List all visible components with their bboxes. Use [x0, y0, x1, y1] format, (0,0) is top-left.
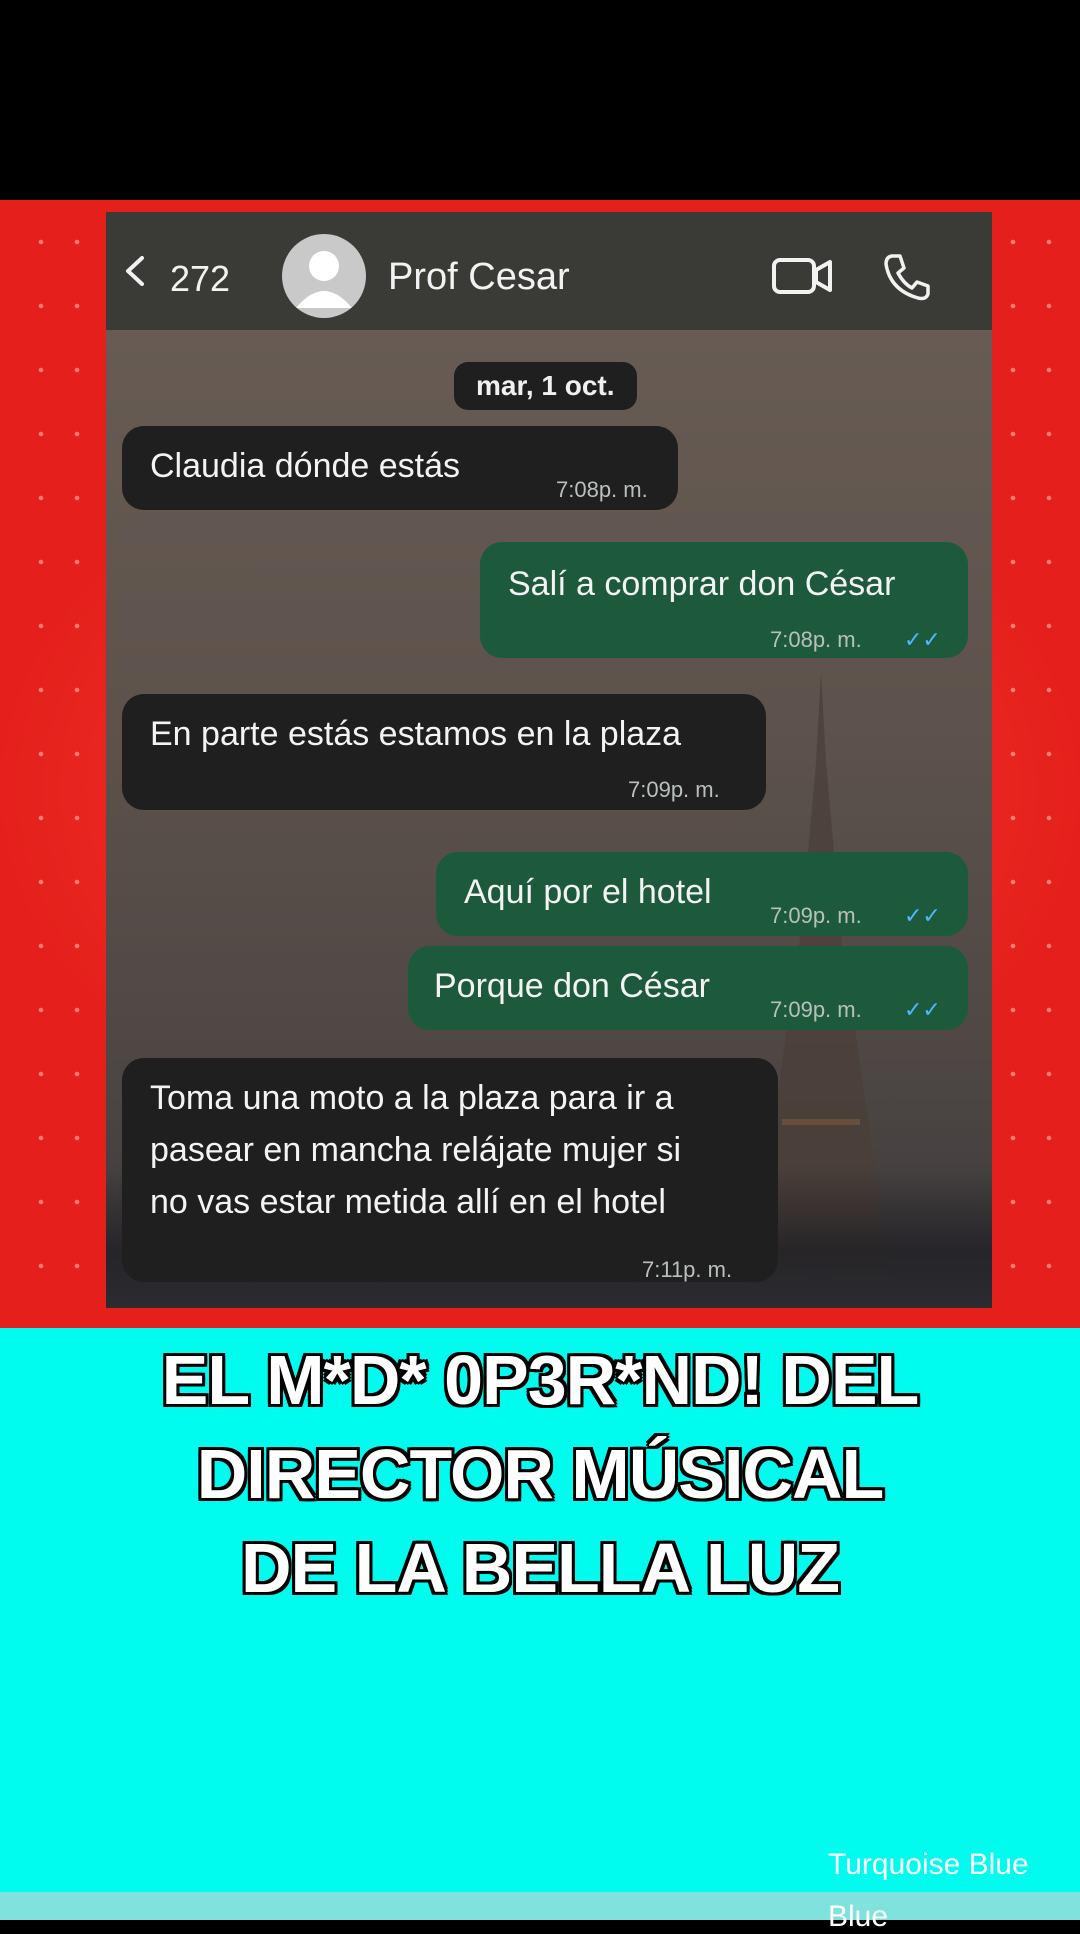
message-text: Claudia dónde estás [150, 447, 461, 485]
message-incoming[interactable]: En parte estás estamos en la plaza 7:09p… [122, 694, 766, 810]
date-chip: mar, 1 oct. [454, 362, 637, 410]
phone-call-icon[interactable] [882, 252, 932, 302]
dot-pattern-right [1010, 210, 1016, 1310]
caption-line: EL M*D* 0P3R*ND! DEL [161, 1341, 920, 1419]
caption-line: DIRECTOR MÚSICAL [196, 1435, 885, 1513]
message-time: 7:08p. m. [556, 477, 648, 502]
watermark-text: Turquoise Blue [828, 1848, 1029, 1881]
video-call-icon[interactable] [772, 256, 834, 296]
double-check-icon: ✓✓ [904, 627, 941, 652]
unread-count[interactable]: 272 [170, 258, 230, 300]
message-incoming[interactable]: Claudia dónde estás 7:08p. m. [122, 426, 678, 510]
caption-line: DE LA BELLA LUZ [240, 1529, 840, 1607]
chevron-left-icon[interactable] [120, 256, 150, 286]
message-time: 7:09p. m. [628, 777, 720, 802]
message-time: 7:11p. m. [642, 1257, 733, 1282]
top-black-bar [0, 0, 1080, 200]
message-text-line: Toma una moto a la plaza para ir a [150, 1079, 674, 1117]
message-incoming[interactable]: Toma una moto a la plaza para ir a pasea… [122, 1058, 778, 1282]
message-text: En parte estás estamos en la plaza [150, 715, 682, 753]
message-outgoing[interactable]: Salí a comprar don César 7:08p. m. ✓✓ [480, 542, 968, 658]
message-time: 7:09p. m. [770, 903, 862, 928]
message-text: Salí a comprar don César [508, 565, 896, 603]
message-text: Aquí por el hotel [464, 873, 712, 911]
dot-pattern-right-2 [1046, 210, 1052, 1310]
chat-header: 272 Prof Cesar [106, 212, 992, 330]
double-check-icon: ✓✓ [904, 903, 941, 928]
chat-screenshot: 272 Prof Cesar mar, 1 oct. Claudia dónde… [106, 212, 992, 1308]
avatar-icon[interactable] [282, 234, 366, 318]
dot-pattern-left [38, 210, 44, 1310]
caption-banner: EL M*D* 0P3R*ND! DEL DIRECTOR MÚSICAL DE… [0, 1328, 1080, 1892]
message-time: 7:08p. m. [770, 627, 862, 652]
bottom-bar [0, 1892, 1080, 1920]
contact-name[interactable]: Prof Cesar [388, 256, 570, 299]
message-text-line: pasear en mancha relájate mujer si [150, 1131, 682, 1169]
message-time: 7:09p. m. [770, 997, 862, 1022]
message-outgoing[interactable]: Aquí por el hotel 7:09p. m. ✓✓ [436, 852, 968, 936]
message-text: Porque don César [434, 967, 710, 1005]
dot-pattern-left-2 [74, 210, 80, 1310]
message-outgoing[interactable]: Porque don César 7:09p. m. ✓✓ [408, 946, 968, 1030]
double-check-icon: ✓✓ [904, 997, 941, 1022]
watermark-text-partial: Blue [828, 1900, 889, 1933]
message-text-line: no vas estar metida allí en el hotel [150, 1183, 666, 1221]
